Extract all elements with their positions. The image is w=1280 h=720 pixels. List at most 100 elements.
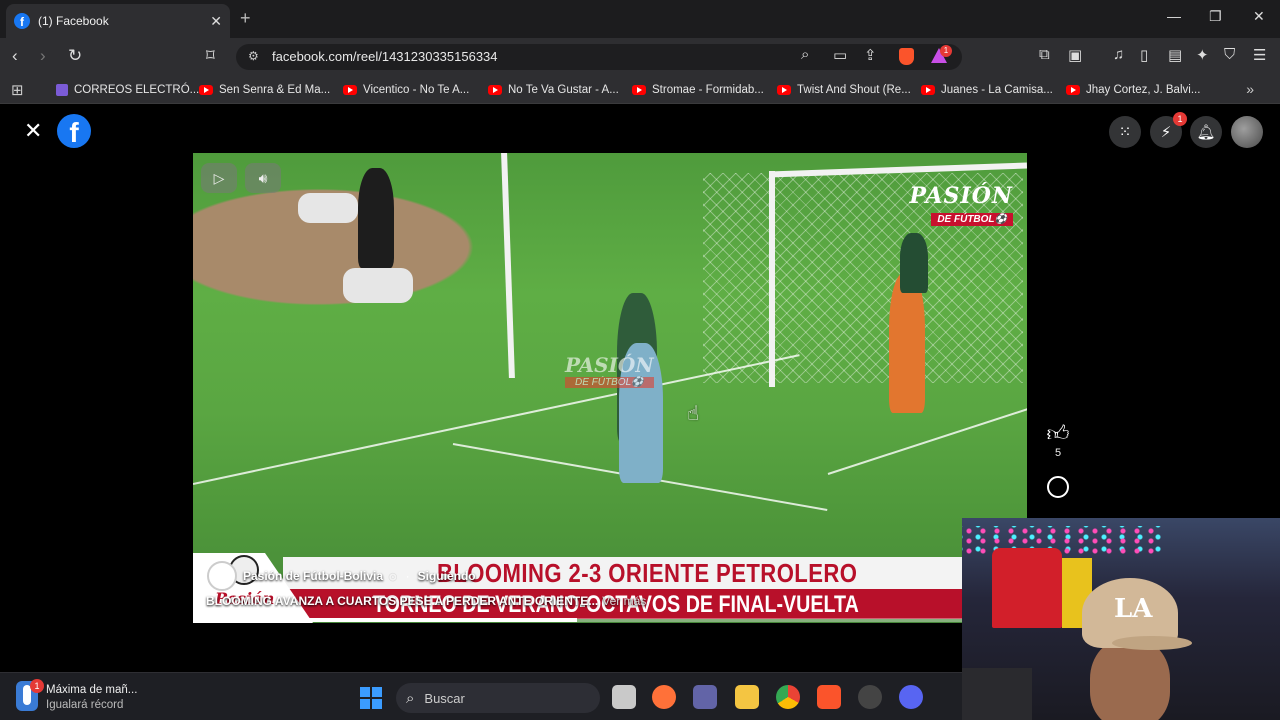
music-icon[interactable]: ♫ — [1113, 46, 1124, 63]
url-text[interactable]: facebook.com/reel/1431230335156334 — [272, 49, 498, 64]
comment-icon[interactable] — [1047, 476, 1069, 498]
channel-watermark: PASIÓN DE FÚTBOL⚽ — [910, 183, 1013, 227]
youtube-icon — [1066, 85, 1080, 95]
volume-icon[interactable]: 🔊︎ — [245, 163, 281, 193]
vpn-icon[interactable]: ⛉ — [1224, 46, 1235, 63]
page-name[interactable]: Pasión de Fútbol-Bolivia — [243, 569, 383, 583]
reload-icon[interactable]: ↻ — [68, 46, 82, 66]
bookmark-label: No Te Va Gustar - A... — [508, 84, 619, 96]
discord-icon[interactable] — [899, 685, 923, 709]
bookmark-item[interactable]: CORREOS ELECTRÓ... — [56, 82, 199, 98]
watermark-text: PASIÓN — [909, 183, 1013, 209]
rewards-badge: 1 — [940, 45, 952, 57]
public-globe-icon: ◎ — [388, 570, 398, 583]
start-button[interactable] — [360, 687, 382, 709]
obs-icon[interactable] — [858, 685, 882, 709]
leo-ai-icon[interactable]: ✦ — [1196, 46, 1209, 64]
like-icon[interactable]: 👍︎ — [1044, 420, 1072, 447]
close-reel-button[interactable]: ✕ — [24, 118, 42, 144]
page-avatar[interactable] — [207, 561, 237, 591]
profile-avatar[interactable] — [1231, 116, 1263, 148]
weather-title: Máxima de mañ... — [46, 684, 138, 696]
cameraman — [358, 168, 394, 268]
weather-subtitle: Igualará récord — [46, 699, 124, 711]
play-button[interactable]: ▷ — [201, 163, 237, 193]
caption-text: BLOOMING AVANZA A CUARTOS PESE A PERDER … — [206, 594, 599, 608]
menu-grid-icon[interactable]: ⁙ — [1109, 116, 1141, 148]
menu-icon[interactable]: ☰ — [1253, 46, 1266, 64]
brave-shields-icon[interactable] — [899, 48, 914, 65]
minimize-button[interactable]: — — [1167, 8, 1181, 24]
wallet-icon[interactable]: ▣ — [1068, 46, 1082, 64]
extensions-icon[interactable]: ⧉ — [1039, 46, 1050, 63]
address-bar[interactable]: ⚙ facebook.com/reel/1431230335156334 — [236, 44, 962, 70]
wallet-extension-icon[interactable]: ▤ — [1168, 46, 1182, 64]
sandbag — [298, 193, 358, 223]
hand-cursor-icon: ☝ — [687, 403, 700, 425]
close-window-button[interactable]: ✕ — [1253, 8, 1265, 25]
bookmark-item[interactable]: Vicentico - No Te A... — [343, 82, 469, 98]
bookmark-item[interactable]: Twist And Shout (Re... — [777, 82, 911, 98]
new-tab-button[interactable]: + — [240, 8, 251, 29]
goal-post — [769, 171, 775, 387]
field-line — [827, 408, 1027, 475]
share-icon[interactable]: ⇪ — [864, 46, 877, 64]
weather-badge: 1 — [30, 679, 44, 693]
sidebar-icon[interactable]: ▯ — [1140, 46, 1148, 64]
firefox-icon[interactable] — [652, 685, 676, 709]
more-bookmarks-icon[interactable]: » — [1246, 81, 1254, 97]
bookmark-label: Twist And Shout (Re... — [797, 84, 911, 96]
separator-dot: · — [405, 569, 410, 583]
bookmark-label: Jhay Cortez, J. Balvi... — [1086, 84, 1201, 96]
see-more-link[interactable]: Ver más — [602, 594, 646, 608]
notifications-icon[interactable]: 🔔︎ — [1190, 116, 1222, 148]
bookmark-label: Juanes - La Camisa... — [941, 84, 1053, 96]
tab-close-icon[interactable]: ✕ — [210, 13, 222, 30]
bookmark-icon[interactable]: ⌑ — [206, 46, 215, 66]
watermark-subtext: DE FÚTBOL⚽ — [565, 377, 654, 388]
maximize-button[interactable]: ❐ — [1209, 8, 1222, 25]
cast-icon[interactable]: ▭ — [833, 46, 847, 64]
bookmark-item[interactable]: Jhay Cortez, J. Balvi... — [1066, 82, 1200, 98]
facebook-favicon-icon: f — [14, 13, 30, 29]
tab-facebook[interactable]: f (1) Facebook ✕ — [6, 4, 230, 38]
chair — [962, 668, 1032, 720]
zoom-icon[interactable]: ⌕ — [801, 46, 809, 63]
youtube-icon — [632, 85, 646, 95]
forms-icon — [56, 84, 68, 96]
video-progress-fill — [193, 618, 577, 622]
player-orange — [889, 273, 925, 413]
bookmark-item[interactable]: Sen Senra & Ed Ma... — [199, 82, 330, 98]
reel-video[interactable]: ▷ 🔊︎ PASIÓN DE FÚTBOL⚽ PASIÓN DE FÚTBOL⚽… — [193, 153, 1027, 623]
browser-toolbar: ‹ › ↻ ⌑ ⚙ facebook.com/reel/143123033515… — [0, 38, 1280, 76]
bookmark-label: Sen Senra & Ed Ma... — [219, 84, 331, 96]
sandbag — [343, 268, 413, 303]
bookmark-item[interactable]: Stromae - Formidab... — [632, 82, 764, 98]
bookmark-label: Stromae - Formidab... — [652, 84, 764, 96]
reel-caption: BLOOMING AVANZA A CUARTOS PESE A PERDER … — [206, 594, 646, 608]
forward-icon[interactable]: › — [40, 46, 46, 66]
streamer-face — [1090, 638, 1170, 720]
windows-taskbar: 1 Máxima de mañ... Igualará récord ⌕ Bus… — [0, 672, 962, 720]
youtube-icon — [777, 85, 791, 95]
youtube-icon — [199, 85, 213, 95]
task-view-icon[interactable] — [612, 685, 636, 709]
bookmark-item[interactable]: No Te Va Gustar - A... — [488, 82, 619, 98]
match-score-title: BLOOMING 2-3 ORIENTE PETROLERO — [437, 558, 858, 588]
facebook-logo[interactable]: f — [57, 114, 91, 148]
browser-tab-bar: f (1) Facebook ✕ + — ❐ ✕ — [0, 0, 1280, 38]
chrome-icon[interactable] — [776, 685, 800, 709]
apps-grid-icon[interactable]: ⊞ — [11, 81, 24, 99]
weather-widget[interactable]: 1 Máxima de mañ... Igualará récord — [16, 679, 137, 711]
bookmark-item[interactable]: Juanes - La Camisa... — [921, 82, 1053, 98]
teams-icon[interactable] — [693, 685, 717, 709]
video-progress-bar[interactable] — [193, 618, 1027, 622]
file-explorer-icon[interactable] — [735, 685, 759, 709]
following-button[interactable]: Siguiendo — [418, 569, 476, 583]
cap-brim — [1112, 636, 1192, 650]
brave-taskbar-icon[interactable] — [817, 685, 841, 709]
site-info-icon[interactable]: ⚙ — [248, 49, 259, 63]
tab-title: (1) Facebook — [38, 14, 109, 28]
taskbar-search[interactable]: ⌕ Buscar — [396, 683, 600, 713]
back-icon[interactable]: ‹ — [12, 46, 18, 66]
